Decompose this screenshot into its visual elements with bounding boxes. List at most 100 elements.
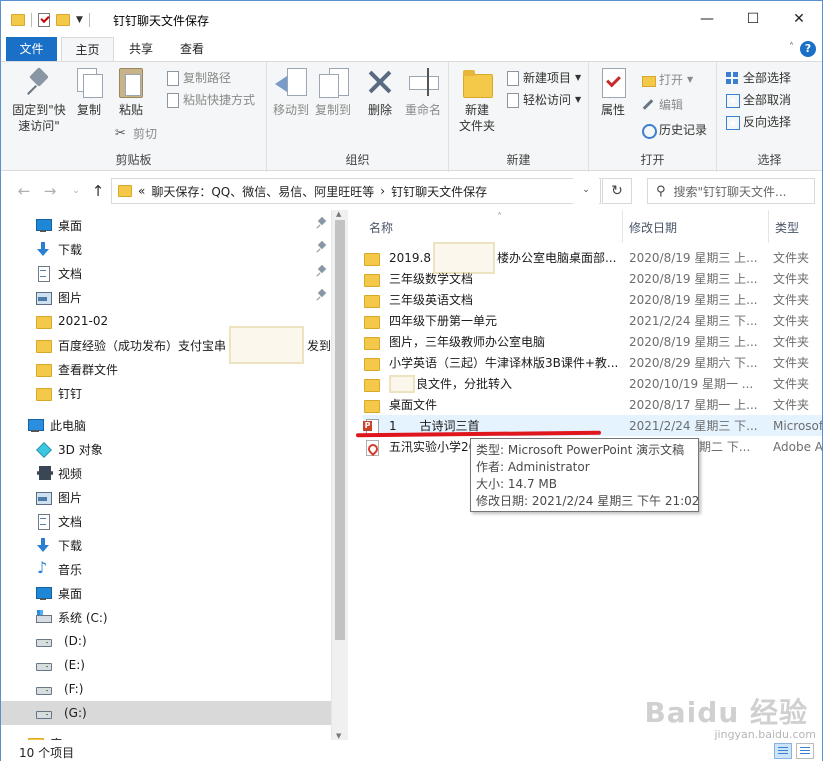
- nav-item-drive-g[interactable]: (G:): [1, 701, 331, 725]
- properties-icon[interactable]: [38, 13, 50, 27]
- address-dropdown-icon[interactable]: ⌄: [573, 178, 599, 204]
- clipboard-group: 固定到"快 速访问" 复制 粘贴 复制路径 粘贴快捷方式 剪切: [1, 62, 267, 172]
- nav-item-drive-c[interactable]: 系统 (C:): [1, 605, 331, 629]
- chevron-up-icon[interactable]: ˄: [789, 42, 794, 53]
- edit-button[interactable]: 编辑: [641, 95, 683, 115]
- nav-scrollbar[interactable]: ▲ ▼: [331, 210, 348, 740]
- pin-icon[interactable]: [317, 266, 327, 276]
- pin-icon[interactable]: [317, 290, 327, 300]
- nav-item-pictures[interactable]: 图片: [1, 285, 331, 309]
- breadcrumb-parent[interactable]: 聊天保存：QQ、微信、易信、阿里旺旺等: [151, 183, 374, 200]
- address-input[interactable]: « 聊天保存：QQ、微信、易信、阿里旺旺等 › 钉钉聊天文件保存: [111, 178, 601, 204]
- invert-selection-button[interactable]: 反向选择: [725, 112, 791, 132]
- tab-share[interactable]: 共享: [118, 37, 164, 61]
- breadcrumb-current[interactable]: 钉钉聊天文件保存: [391, 183, 487, 200]
- scroll-down-icon[interactable]: ▼: [336, 732, 341, 740]
- new-folder-icon[interactable]: [56, 14, 70, 26]
- details-view-icon[interactable]: [774, 743, 792, 759]
- new-folder-button[interactable]: 新建 文件夹: [455, 66, 499, 134]
- document-icon: [35, 265, 51, 282]
- file-row[interactable]: 图片，三年级教师办公室电脑 2020/8/19 星期三 上... 文件夹: [363, 331, 822, 352]
- file-row[interactable]: 良文件，分批转入 2020/10/19 星期一 ... 文件夹: [363, 373, 822, 394]
- easy-access-icon: [505, 93, 519, 108]
- folder-icon: [35, 337, 52, 353]
- folder-icon: [35, 361, 52, 377]
- file-row[interactable]: 桌面文件 2020/8/17 星期一 上... 文件夹: [363, 394, 822, 415]
- nav-item-libraries[interactable]: 库: [1, 731, 331, 740]
- nav-item-drive-d[interactable]: (D:): [1, 629, 331, 653]
- properties-button[interactable]: 属性: [595, 66, 631, 118]
- file-row[interactable]: 2019.8 楼办公室电脑桌面部... 2020/8/19 星期三 上... 文…: [363, 241, 822, 274]
- scroll-up-icon[interactable]: ▲: [336, 210, 341, 218]
- file-row[interactable]: 三年级数学文档 2020/8/19 星期三 上... 文件夹: [363, 268, 822, 289]
- clipboard-group-label: 剪贴板: [115, 153, 152, 167]
- nav-item-pc-documents[interactable]: 文档: [1, 509, 331, 533]
- nav-item-music[interactable]: 音乐: [1, 557, 331, 581]
- delete-label: 删除: [367, 103, 392, 117]
- copy-path-button[interactable]: 复制路径: [165, 68, 231, 88]
- nav-item-this-pc[interactable]: 此电脑: [1, 413, 331, 437]
- large-icons-view-icon[interactable]: [796, 743, 814, 759]
- pin-quick-access-button[interactable]: 固定到"快 速访问": [7, 66, 71, 134]
- tab-home[interactable]: 主页: [61, 37, 114, 61]
- file-row[interactable]: 四年级下册第一单元 2021/2/24 星期三 下... 文件夹: [363, 310, 822, 331]
- nav-item-downloads[interactable]: 下载: [1, 237, 331, 261]
- select-none-button[interactable]: 全部取消: [725, 90, 791, 110]
- search-input[interactable]: ⚲ 搜索"钉钉聊天文件...: [647, 178, 815, 204]
- nav-item-label: 音乐: [58, 562, 83, 577]
- nav-item-drive-e[interactable]: (E:): [1, 653, 331, 677]
- open-button[interactable]: 打开 ▼: [641, 70, 693, 90]
- file-row[interactable]: 小学英语（三起）牛津译林版3B课件+教... 2020/8/29 星期六 下..…: [363, 352, 822, 373]
- nav-item-drive-f[interactable]: (F:): [1, 677, 331, 701]
- help-icon[interactable]: ?: [800, 41, 816, 57]
- paste-button[interactable]: 粘贴: [111, 66, 151, 118]
- history-button[interactable]: 历史记录: [641, 120, 707, 140]
- chevron-down-icon: ▼: [575, 95, 582, 104]
- cut-button[interactable]: 剪切: [115, 124, 157, 144]
- nav-item-baidu-experience[interactable]: 百度经验（成功发布）支付宝串 发到: [1, 326, 331, 364]
- pin-icon[interactable]: [317, 242, 327, 252]
- properties-label: 属性: [600, 103, 625, 117]
- rename-button[interactable]: 重命名: [403, 66, 443, 118]
- nav-item-videos[interactable]: 视频: [1, 461, 331, 485]
- back-arrow-icon[interactable]: ←: [15, 181, 33, 201]
- paste-shortcut-button[interactable]: 粘贴快捷方式: [165, 90, 255, 110]
- invert-selection-label: 反向选择: [743, 115, 792, 129]
- pin-icon[interactable]: [317, 218, 327, 228]
- nav-item-pc-pictures[interactable]: 图片: [1, 485, 331, 509]
- column-header-type[interactable]: 类型: [769, 210, 822, 243]
- nav-item-3d-objects[interactable]: 3D 对象: [1, 437, 331, 461]
- column-header-name[interactable]: ˄ 名称: [363, 210, 623, 243]
- close-button[interactable]: ✕: [776, 1, 822, 37]
- nav-item-documents[interactable]: 文档: [1, 261, 331, 285]
- nav-item-pc-desktop[interactable]: 桌面: [1, 581, 331, 605]
- file-row[interactable]: 三年级英语文档 2020/8/19 星期三 上... 文件夹: [363, 289, 822, 310]
- new-item-button[interactable]: 新建项目 ▼: [505, 68, 581, 88]
- easy-access-button[interactable]: 轻松访问 ▼: [505, 90, 581, 110]
- chevron-down-icon: ▼: [687, 75, 694, 84]
- nav-item-desktop[interactable]: 桌面: [1, 213, 331, 237]
- chevron-down-icon[interactable]: ▼: [76, 15, 83, 25]
- refresh-icon[interactable]: ↻: [602, 178, 632, 204]
- copy-to-button[interactable]: 复制到: [313, 66, 353, 118]
- up-arrow-icon[interactable]: ↑: [89, 181, 107, 201]
- nav-item-dingtalk[interactable]: 钉钉: [1, 381, 331, 405]
- nav-item-pc-downloads[interactable]: 下载: [1, 533, 331, 557]
- move-to-button[interactable]: 移动到: [271, 66, 311, 118]
- minimize-button[interactable]: —: [684, 1, 730, 37]
- pictures-icon: [35, 289, 52, 305]
- maximize-button[interactable]: ☐: [730, 1, 776, 37]
- forward-arrow-icon[interactable]: →: [41, 181, 59, 201]
- tab-view[interactable]: 查看: [169, 37, 215, 61]
- folder-icon: [363, 397, 380, 413]
- breadcrumb-overflow[interactable]: «: [138, 184, 145, 198]
- select-all-button[interactable]: 全部选择: [725, 68, 791, 88]
- tab-file[interactable]: 文件: [6, 37, 57, 61]
- copy-button[interactable]: 复制: [71, 66, 107, 118]
- recent-chevron-icon[interactable]: ⌄: [67, 181, 85, 201]
- delete-button[interactable]: 删除: [363, 66, 397, 118]
- nav-item-group-files[interactable]: 查看群文件: [1, 357, 331, 381]
- column-header-date[interactable]: 修改日期: [623, 210, 769, 243]
- scrollbar-thumb[interactable]: [335, 220, 345, 640]
- search-icon: ⚲: [656, 183, 666, 199]
